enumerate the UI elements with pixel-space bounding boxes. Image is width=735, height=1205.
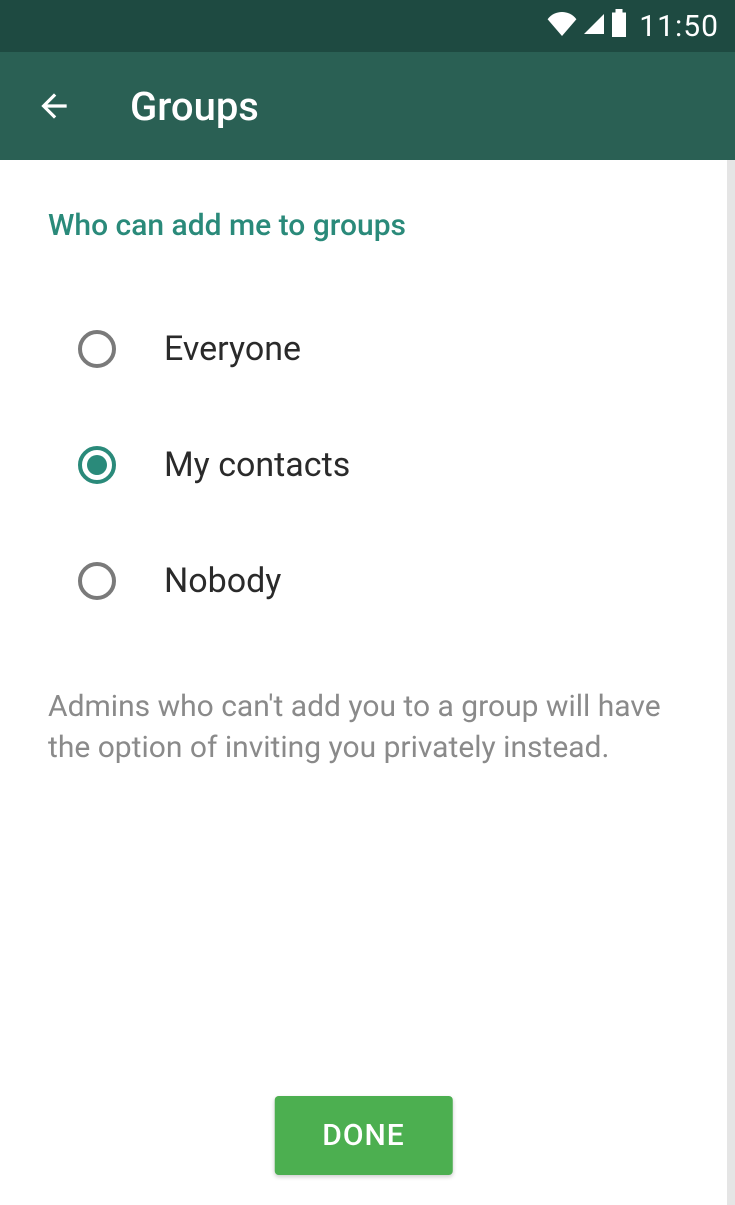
page-title: Groups: [130, 83, 259, 130]
done-button[interactable]: DONE: [274, 1096, 453, 1175]
status-icons: [547, 9, 627, 44]
radio-option-nobody[interactable]: Nobody: [48, 523, 679, 639]
status-bar: 11:50: [0, 0, 735, 52]
radio-icon: [78, 446, 116, 484]
radio-option-my-contacts[interactable]: My contacts: [48, 407, 679, 523]
arrow-left-icon: [35, 87, 73, 125]
radio-icon: [78, 330, 116, 368]
radio-group: Everyone My contacts Nobody: [48, 291, 679, 639]
radio-option-everyone[interactable]: Everyone: [48, 291, 679, 407]
app-bar: Groups: [0, 52, 735, 160]
battery-icon: [611, 9, 627, 44]
radio-label: Nobody: [164, 561, 281, 601]
section-title: Who can add me to groups: [48, 208, 679, 243]
wifi-icon: [547, 10, 577, 43]
radio-label: Everyone: [164, 329, 301, 369]
description-text: Admins who can't add you to a group will…: [48, 687, 679, 768]
content: Who can add me to groups Everyone My con…: [0, 160, 727, 1205]
radio-icon: [78, 562, 116, 600]
signal-icon: [581, 10, 607, 43]
back-button[interactable]: [30, 82, 78, 130]
radio-label: My contacts: [164, 445, 350, 485]
status-time: 11:50: [639, 9, 719, 44]
